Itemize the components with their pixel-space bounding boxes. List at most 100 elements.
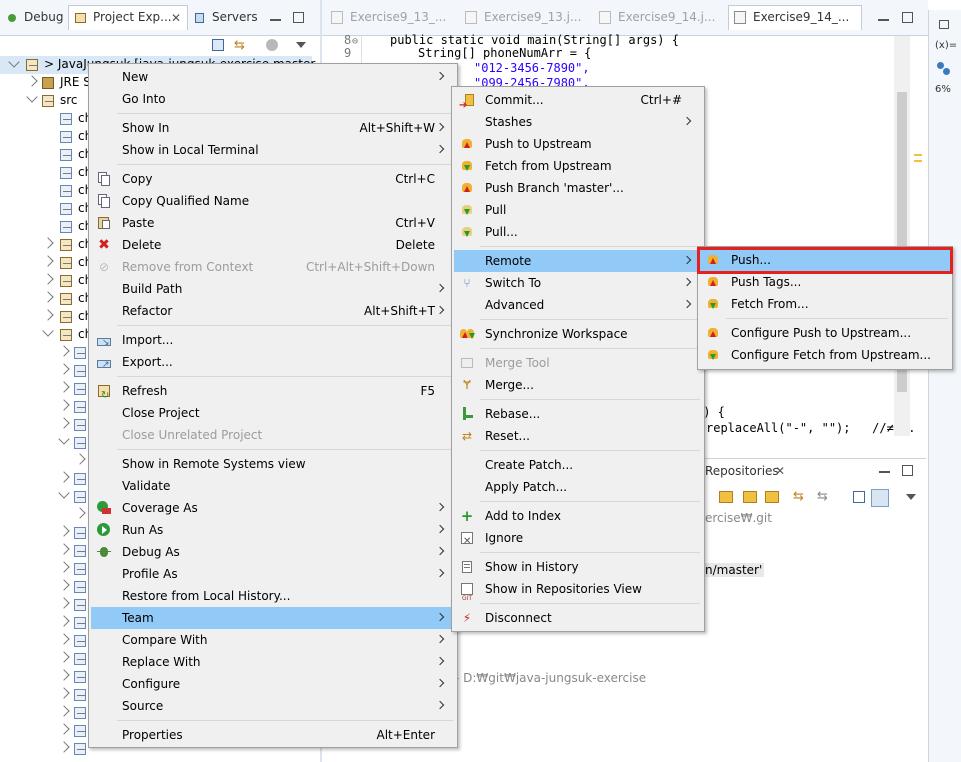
expand-caret-icon[interactable]	[8, 56, 20, 68]
minimize-icon[interactable]	[879, 465, 890, 473]
menu-item-remove-from-context[interactable]: ⊘ Remove from Context Ctrl+Alt+Shift+Down	[91, 256, 455, 278]
breakpoints-icon[interactable]	[937, 62, 951, 76]
expand-caret-icon[interactable]	[58, 417, 70, 429]
menu-item-properties[interactable]: Properties Alt+Enter	[91, 724, 455, 746]
menu-item-ignore[interactable]: ✕ Ignore	[454, 527, 702, 549]
editor-tab-active[interactable]: Exercise9_14_...	[728, 5, 862, 30]
menu-item-remote[interactable]: Remote	[454, 250, 702, 272]
variables-icon[interactable]: (x)=	[935, 40, 957, 51]
menu-item-paste[interactable]: Paste Ctrl+V	[91, 212, 455, 234]
expand-caret-icon[interactable]	[58, 561, 70, 573]
expand-caret-icon[interactable]	[42, 325, 54, 337]
fold-icon[interactable]: ⊖	[352, 36, 358, 47]
add-repository-icon[interactable]	[719, 491, 733, 503]
view-menu-icon[interactable]	[296, 42, 306, 48]
menu-item-replace-with[interactable]: Replace With	[91, 651, 455, 673]
menu-item-rebase[interactable]: Rebase...	[454, 403, 702, 425]
menu-item-copy[interactable]: Copy Ctrl+C	[91, 168, 455, 190]
tab-debug[interactable]: Debug	[0, 6, 69, 31]
expand-caret-icon[interactable]	[58, 363, 70, 375]
menu-item-go-into[interactable]: Go Into	[91, 88, 455, 110]
expand-caret-icon[interactable]	[58, 381, 70, 393]
link-icon[interactable]: ⇆	[793, 489, 804, 504]
link-editor-icon[interactable]: ⇆	[234, 38, 245, 53]
menu-item-source[interactable]: Source	[91, 695, 455, 717]
maximize-icon[interactable]	[902, 465, 913, 476]
menu-item-export[interactable]: ↗ Export...	[91, 351, 455, 373]
expand-caret-icon[interactable]	[58, 741, 70, 753]
expand-caret-icon[interactable]	[58, 487, 70, 499]
expand-caret-icon[interactable]	[58, 433, 70, 445]
expand-caret-icon[interactable]	[42, 273, 54, 285]
branch-label[interactable]: n/master'	[703, 563, 765, 577]
view-menu-icon[interactable]	[906, 494, 916, 500]
menu-item-debug-as[interactable]: Debug As	[91, 541, 455, 563]
menu-item-pull[interactable]: Pull	[454, 199, 702, 221]
expand-caret-icon[interactable]	[74, 453, 86, 465]
expand-caret-icon[interactable]	[74, 507, 86, 519]
menu-item-configure-push[interactable]: Configure Push to Upstream...	[700, 322, 950, 344]
menu-item-synchronize-workspace[interactable]: Synchronize Workspace	[454, 323, 702, 345]
menu-item-show-in-local-terminal[interactable]: Show in Local Terminal	[91, 139, 455, 161]
warning-marker-icon[interactable]	[914, 154, 922, 156]
expand-caret-icon[interactable]	[58, 525, 70, 537]
menu-item-merge[interactable]: Ɏ Merge...	[454, 374, 702, 396]
maximize-icon[interactable]	[902, 12, 913, 23]
menu-item-coverage-as[interactable]: Coverage As	[91, 497, 455, 519]
menu-item-profile-as[interactable]: Profile As	[91, 563, 455, 585]
editor-scrollbar[interactable]	[894, 36, 910, 436]
expand-caret-icon[interactable]	[58, 543, 70, 555]
close-icon[interactable]: ✕	[775, 464, 785, 478]
menu-item-push-branch[interactable]: Push Branch 'master'...	[454, 177, 702, 199]
editor-tab[interactable]: Exercise9_14.j...	[594, 6, 726, 31]
menu-item-push-tags[interactable]: Push Tags...	[700, 271, 950, 293]
menu-item-show-in-remote-systems-view[interactable]: Show in Remote Systems view	[91, 453, 455, 475]
menu-item-disconnect[interactable]: ⚡ Disconnect	[454, 607, 702, 629]
menu-item-close-unrelated-project[interactable]: Close Unrelated Project	[91, 424, 455, 446]
create-repository-icon[interactable]	[765, 491, 779, 503]
expand-caret-icon[interactable]	[58, 651, 70, 663]
minimize-icon[interactable]	[878, 13, 889, 21]
expand-caret-icon[interactable]	[42, 291, 54, 303]
expand-caret-icon[interactable]	[42, 237, 54, 249]
filter-icon[interactable]	[266, 39, 278, 51]
expressions-icon[interactable]: 6%	[935, 84, 951, 95]
close-icon[interactable]: ✕	[171, 11, 181, 25]
menu-item-validate[interactable]: Validate	[91, 475, 455, 497]
expand-caret-icon[interactable]	[58, 471, 70, 483]
menu-item-advanced[interactable]: Advanced	[454, 294, 702, 316]
menu-item-fetch-from[interactable]: Fetch From...	[700, 293, 950, 315]
menu-item-stashes[interactable]: Stashes	[454, 111, 702, 133]
tab-servers[interactable]: Servers	[188, 6, 264, 31]
expand-caret-icon[interactable]	[58, 633, 70, 645]
expand-caret-icon[interactable]	[58, 615, 70, 627]
warning-marker-icon[interactable]	[914, 160, 922, 162]
menu-item-create-patch[interactable]: Create Patch...	[454, 454, 702, 476]
menu-item-configure-fetch[interactable]: Configure Fetch from Upstream...	[700, 344, 950, 366]
menu-item-add-to-index[interactable]: + Add to Index	[454, 505, 702, 527]
collapse-icon[interactable]	[853, 491, 865, 503]
menu-item-refresh[interactable]: ↻ Refresh F5	[91, 380, 455, 402]
menu-item-switch-to[interactable]: ⑂ Switch To	[454, 272, 702, 294]
maximize-icon[interactable]	[293, 12, 304, 23]
sync-icon[interactable]: ⇆	[817, 489, 828, 504]
git-repositories-tab-label[interactable]: Repositories	[705, 464, 779, 478]
menu-item-close-project[interactable]: Close Project	[91, 402, 455, 424]
menu-item-run-as[interactable]: Run As	[91, 519, 455, 541]
expand-caret-icon[interactable]	[26, 91, 38, 103]
editor-tab[interactable]: Exercise9_13.j...	[460, 6, 590, 31]
menu-item-team[interactable]: Team	[91, 607, 455, 629]
menu-item-merge-tool[interactable]: Merge Tool	[454, 352, 702, 374]
expand-caret-icon[interactable]	[58, 705, 70, 717]
menu-item-configure[interactable]: Configure	[91, 673, 455, 695]
menu-item-delete[interactable]: ✖ Delete Delete	[91, 234, 455, 256]
menu-item-fetch-from-upstream[interactable]: Fetch from Upstream	[454, 155, 702, 177]
menu-item-show-in[interactable]: Show In Alt+Shift+W	[91, 117, 455, 139]
menu-item-apply-patch[interactable]: Apply Patch...	[454, 476, 702, 498]
menu-item-push-to-upstream[interactable]: Push to Upstream	[454, 133, 702, 155]
menu-item-refactor[interactable]: Refactor Alt+Shift+T	[91, 300, 455, 322]
expand-caret-icon[interactable]	[58, 399, 70, 411]
editor-tab[interactable]: Exercise9_13_...	[326, 6, 456, 31]
clone-repository-icon[interactable]	[743, 491, 757, 503]
menu-item-show-in-history[interactable]: Show in History	[454, 556, 702, 578]
